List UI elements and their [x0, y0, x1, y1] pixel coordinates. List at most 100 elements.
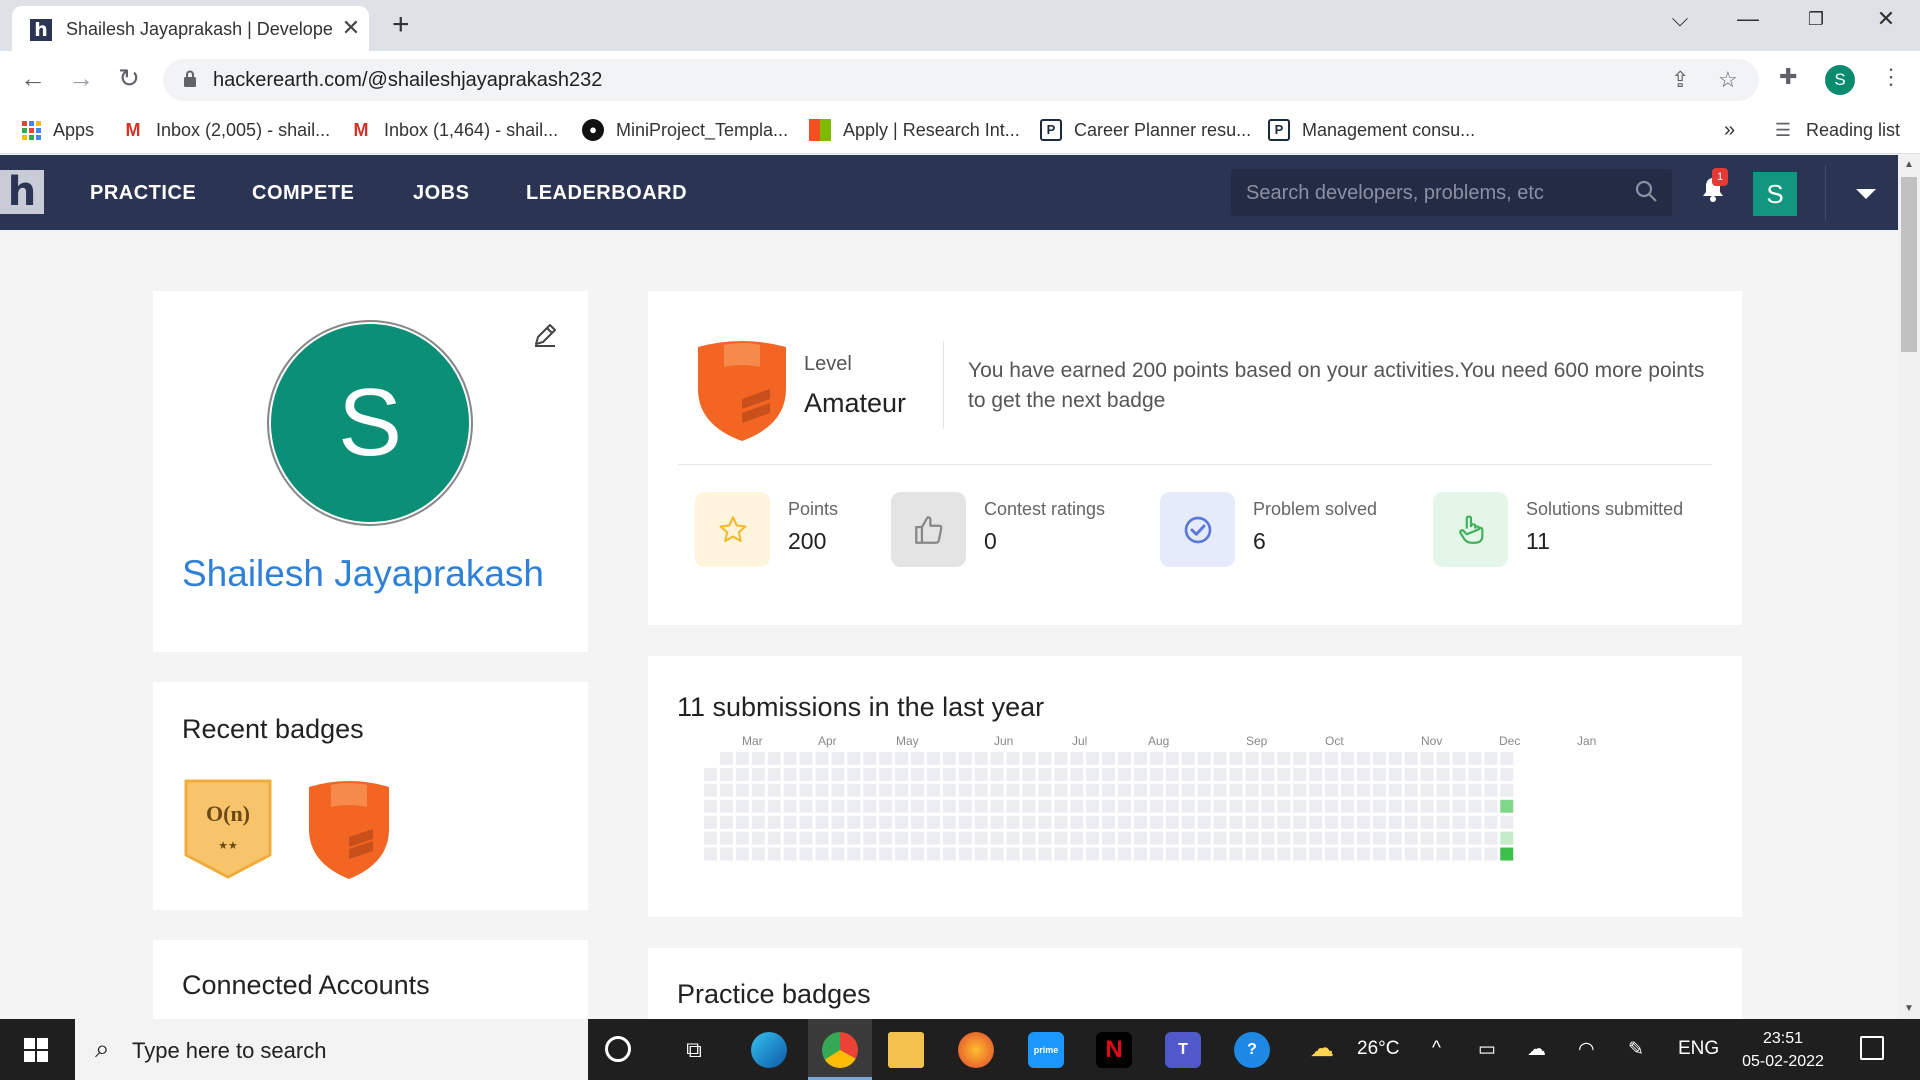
- heatmap-cell[interactable]: [911, 752, 925, 765]
- battery-icon[interactable]: ▭: [1478, 1038, 1496, 1061]
- heatmap-cell[interactable]: [719, 783, 733, 797]
- heatmap-cell[interactable]: [1325, 847, 1339, 861]
- nav-practice[interactable]: PRACTICE: [90, 182, 196, 205]
- heatmap-cell[interactable]: [1229, 815, 1243, 829]
- nav-jobs[interactable]: JOBS: [413, 182, 469, 205]
- restore-icon[interactable]: ❐: [1796, 9, 1836, 30]
- heatmap-cell[interactable]: [863, 752, 877, 765]
- heatmap-cell[interactable]: [1325, 799, 1339, 813]
- heatmap-cell[interactable]: [1404, 767, 1418, 781]
- heatmap-cell[interactable]: [735, 847, 749, 861]
- heatmap-cell[interactable]: [1133, 783, 1147, 797]
- heatmap-cell[interactable]: [1038, 767, 1052, 781]
- scrollbar-thumb[interactable]: [1901, 177, 1917, 352]
- heatmap-cell[interactable]: [1038, 752, 1052, 765]
- heatmap-cell[interactable]: [847, 767, 861, 781]
- heatmap-cell[interactable]: [879, 831, 893, 845]
- heatmap-cell[interactable]: [735, 831, 749, 845]
- heatmap-cell[interactable]: [1197, 815, 1211, 829]
- heatmap-cell[interactable]: [1452, 799, 1466, 813]
- heatmap-cell[interactable]: [1372, 752, 1386, 765]
- heatmap-cell[interactable]: [1197, 847, 1211, 861]
- heatmap-cell[interactable]: [942, 847, 956, 861]
- heatmap-cell[interactable]: [735, 767, 749, 781]
- heatmap-cell[interactable]: [1038, 815, 1052, 829]
- bookmark-apps[interactable]: Apps: [22, 115, 94, 145]
- heatmap-cell[interactable]: [1356, 815, 1370, 829]
- heatmap-cell[interactable]: [1388, 799, 1402, 813]
- heatmap-cell[interactable]: [1293, 815, 1307, 829]
- heatmap-cell-active[interactable]: [1500, 831, 1514, 845]
- heatmap-cell[interactable]: [1436, 752, 1450, 765]
- heatmap-cell[interactable]: [1436, 847, 1450, 861]
- heatmap-cell[interactable]: [1102, 767, 1116, 781]
- heatmap-cell[interactable]: [1468, 847, 1482, 861]
- heatmap-cell[interactable]: [1022, 831, 1036, 845]
- windows-start-icon[interactable]: [24, 1038, 48, 1062]
- heatmap-cell[interactable]: [895, 799, 909, 813]
- heatmap-cell[interactable]: [815, 752, 829, 765]
- heatmap-cell[interactable]: [879, 783, 893, 797]
- heatmap-cell[interactable]: [719, 767, 733, 781]
- prime-video-icon[interactable]: prime: [1028, 1032, 1064, 1068]
- heatmap-cell[interactable]: [990, 752, 1004, 765]
- heatmap-cell[interactable]: [751, 767, 765, 781]
- heatmap-cell[interactable]: [1213, 767, 1227, 781]
- heatmap-cell[interactable]: [719, 815, 733, 829]
- heatmap-cell[interactable]: [1181, 831, 1195, 845]
- heatmap-cell[interactable]: [799, 831, 813, 845]
- heatmap-cell[interactable]: [1102, 815, 1116, 829]
- heatmap-cell[interactable]: [1118, 783, 1132, 797]
- heatmap-cell[interactable]: [1500, 783, 1514, 797]
- heatmap-cell[interactable]: [1484, 831, 1498, 845]
- heatmap-cell[interactable]: [1165, 815, 1179, 829]
- heatmap-cell[interactable]: [1309, 799, 1323, 813]
- heatmap-cell[interactable]: [1293, 783, 1307, 797]
- heatmap-cell[interactable]: [1341, 783, 1354, 797]
- heatmap-cell[interactable]: [990, 815, 1004, 829]
- heatmap-cell[interactable]: [1245, 752, 1259, 765]
- heatmap-cell[interactable]: [1452, 831, 1466, 845]
- heatmap-cell[interactable]: [1309, 767, 1323, 781]
- heatmap-cell[interactable]: [926, 815, 940, 829]
- heatmap-cell[interactable]: [1245, 847, 1259, 861]
- heatmap-cell[interactable]: [1388, 752, 1402, 765]
- nav-compete[interactable]: COMPETE: [252, 182, 354, 205]
- heatmap-cell[interactable]: [1229, 767, 1243, 781]
- heatmap-cell[interactable]: [1118, 847, 1132, 861]
- heatmap-cell[interactable]: [1165, 752, 1179, 765]
- weather-temperature[interactable]: 26°C: [1357, 1038, 1399, 1060]
- bookmark-github[interactable]: ● MiniProject_Templa...: [582, 115, 788, 145]
- heatmap-cell[interactable]: [1118, 815, 1132, 829]
- teams-icon[interactable]: T: [1165, 1032, 1201, 1068]
- heatmap-cell[interactable]: [1165, 783, 1179, 797]
- heatmap-cell[interactable]: [942, 815, 956, 829]
- heatmap-cell[interactable]: [942, 767, 956, 781]
- heatmap-cell[interactable]: [1197, 767, 1211, 781]
- heatmap-cell[interactable]: [1484, 767, 1498, 781]
- heatmap-cell[interactable]: [719, 752, 733, 765]
- heatmap-cell[interactable]: [815, 815, 829, 829]
- heatmap-cell[interactable]: [1133, 847, 1147, 861]
- heatmap-cell[interactable]: [1356, 752, 1370, 765]
- heatmap-cell[interactable]: [1261, 783, 1275, 797]
- heatmap-cell[interactable]: [1404, 799, 1418, 813]
- heatmap-cell[interactable]: [942, 783, 956, 797]
- heatmap-cell[interactable]: [1452, 752, 1466, 765]
- heatmap-cell[interactable]: [990, 799, 1004, 813]
- heatmap-cell[interactable]: [1054, 783, 1068, 797]
- heatmap-cell[interactable]: [1118, 767, 1132, 781]
- heatmap-cell[interactable]: [1229, 783, 1243, 797]
- heatmap-cell[interactable]: [1404, 783, 1418, 797]
- heatmap-cell[interactable]: [1022, 752, 1036, 765]
- heatmap-cell[interactable]: [1133, 799, 1147, 813]
- heatmap-cell[interactable]: [799, 783, 813, 797]
- heatmap-cell-active[interactable]: [1500, 799, 1514, 813]
- heatmap-cell[interactable]: [1181, 799, 1195, 813]
- heatmap-cell[interactable]: [974, 799, 988, 813]
- heatmap-cell[interactable]: [895, 752, 909, 765]
- heatmap-cell[interactable]: [799, 799, 813, 813]
- heatmap-cell[interactable]: [799, 752, 813, 765]
- heatmap-cell[interactable]: [1420, 752, 1434, 765]
- heatmap-cell[interactable]: [1070, 767, 1084, 781]
